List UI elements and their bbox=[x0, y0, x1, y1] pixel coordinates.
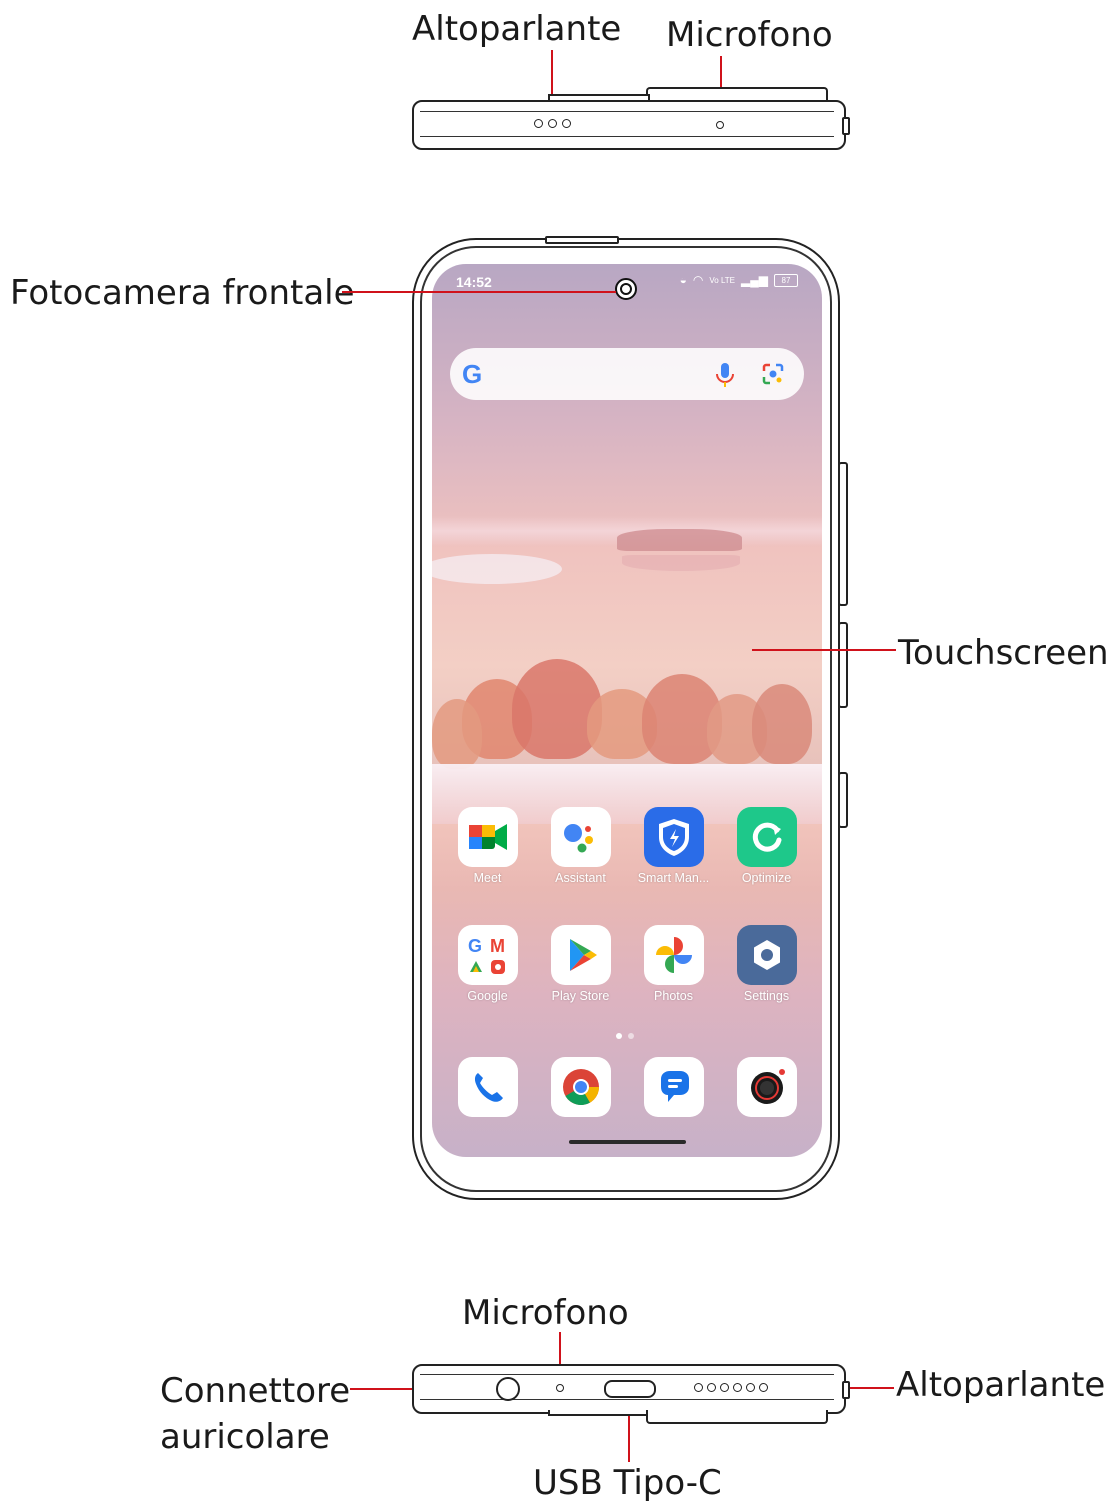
bottom-edge-ridge bbox=[420, 1374, 834, 1375]
nfc-icon: ◒ bbox=[679, 273, 687, 287]
wifi-icon: ◠ bbox=[692, 273, 704, 287]
app-settings[interactable]: Settings bbox=[720, 925, 813, 1003]
app-label-photos: Photos bbox=[654, 989, 693, 1003]
meet-icon bbox=[457, 807, 518, 867]
touchscreen-label: Touchscreen bbox=[898, 633, 1106, 673]
app-photos[interactable]: Photos bbox=[627, 925, 720, 1003]
wallpaper-island-reflection bbox=[622, 555, 740, 571]
top-mic-label: Microfono bbox=[666, 15, 833, 55]
play-store-icon bbox=[550, 925, 611, 985]
phone-icon bbox=[457, 1057, 518, 1117]
top-speaker-label: Altoparlante bbox=[412, 9, 622, 49]
google-folder-icon: G M bbox=[457, 925, 518, 985]
page-dot bbox=[628, 1033, 634, 1039]
bottom-mic-label: Microfono bbox=[462, 1293, 629, 1333]
headphone-jack-label-line1: Connettore bbox=[160, 1371, 351, 1411]
google-g-icon: G bbox=[462, 359, 483, 389]
shield-icon bbox=[643, 807, 704, 867]
phone-top-edge bbox=[412, 100, 846, 150]
app-label-google: Google bbox=[467, 989, 508, 1003]
front-camera-label: Fotocamera frontale bbox=[10, 273, 355, 313]
touchscreen-leader bbox=[752, 649, 896, 651]
app-optimize[interactable]: Optimize bbox=[720, 807, 813, 885]
page-dot-active bbox=[616, 1033, 622, 1039]
top-edge-ridge bbox=[420, 111, 834, 112]
app-label-assistant: Assistant bbox=[555, 871, 606, 885]
app-label-play-store: Play Store bbox=[551, 989, 610, 1003]
bottom-mic-hole bbox=[556, 1384, 564, 1392]
front-camera-hole bbox=[615, 278, 637, 300]
photos-icon bbox=[643, 925, 704, 985]
app-assistant[interactable]: Assistant bbox=[534, 807, 627, 885]
signal-icon: ▂▄▆ bbox=[741, 273, 768, 287]
side-key-bottom bbox=[842, 1381, 850, 1399]
side-key-top bbox=[842, 117, 850, 135]
top-frame-notch bbox=[545, 236, 619, 244]
wallpaper-island bbox=[617, 529, 742, 551]
power-button bbox=[838, 622, 848, 708]
camera-icon bbox=[736, 1057, 797, 1117]
wallpaper-shore bbox=[432, 554, 562, 584]
svg-text:G: G bbox=[468, 936, 482, 956]
dock-camera[interactable] bbox=[720, 1057, 813, 1117]
app-smart-manager[interactable]: Smart Man... bbox=[627, 807, 720, 885]
chrome-icon bbox=[550, 1057, 611, 1117]
volume-button bbox=[838, 462, 848, 606]
bottom-edge-ridge-2 bbox=[420, 1399, 834, 1400]
camera-bump-bottom bbox=[646, 1410, 828, 1424]
side-key bbox=[838, 772, 848, 828]
app-google-folder[interactable]: G M Google bbox=[441, 925, 534, 1003]
top-edge-ridge-2 bbox=[420, 136, 834, 137]
app-label-optimize: Optimize bbox=[741, 871, 792, 885]
button-bump-bottom bbox=[548, 1410, 650, 1416]
bottom-speaker-holes bbox=[694, 1383, 768, 1392]
top-speaker-holes bbox=[534, 119, 571, 128]
headphone-jack bbox=[496, 1377, 520, 1401]
dock-phone[interactable] bbox=[441, 1057, 534, 1117]
app-meet[interactable]: Meet bbox=[441, 807, 534, 885]
google-search-bar[interactable]: G bbox=[450, 348, 804, 400]
bottom-speaker-label: Altoparlante bbox=[896, 1365, 1106, 1405]
usb-c-port bbox=[604, 1380, 656, 1398]
messages-icon bbox=[643, 1057, 704, 1117]
touchscreen[interactable]: 14:52 ◒ ◠ Vo LTE ▂▄▆ 87 G Meet Assistant… bbox=[432, 264, 822, 1157]
home-indicator[interactable] bbox=[569, 1140, 686, 1144]
top-mic-hole bbox=[716, 121, 724, 129]
svg-text:M: M bbox=[490, 936, 505, 956]
app-label-settings: Settings bbox=[743, 989, 790, 1003]
optimize-icon bbox=[736, 807, 797, 867]
dock-chrome[interactable] bbox=[534, 1057, 627, 1117]
status-icons: ◒ ◠ Vo LTE ▂▄▆ 87 bbox=[680, 273, 798, 287]
usb-c-label: USB Tipo-C bbox=[533, 1463, 722, 1503]
headphone-jack-label-line2: auricolare bbox=[160, 1417, 330, 1457]
app-label-smart-manager: Smart Man... bbox=[637, 871, 710, 885]
front-camera-leader bbox=[342, 291, 616, 293]
app-play-store[interactable]: Play Store bbox=[534, 925, 627, 1003]
google-lens-icon[interactable] bbox=[761, 362, 785, 386]
voice-search-icon[interactable] bbox=[713, 362, 737, 388]
app-label-meet: Meet bbox=[473, 871, 502, 885]
assistant-icon bbox=[550, 807, 611, 867]
network-indicator: Vo LTE bbox=[709, 275, 736, 285]
status-time: 14:52 bbox=[456, 274, 492, 290]
dock-messages[interactable] bbox=[627, 1057, 720, 1117]
gear-icon bbox=[736, 925, 797, 985]
page-indicator bbox=[616, 1024, 640, 1043]
camera-bump-top bbox=[646, 87, 828, 101]
battery-icon: 87 bbox=[774, 273, 798, 287]
